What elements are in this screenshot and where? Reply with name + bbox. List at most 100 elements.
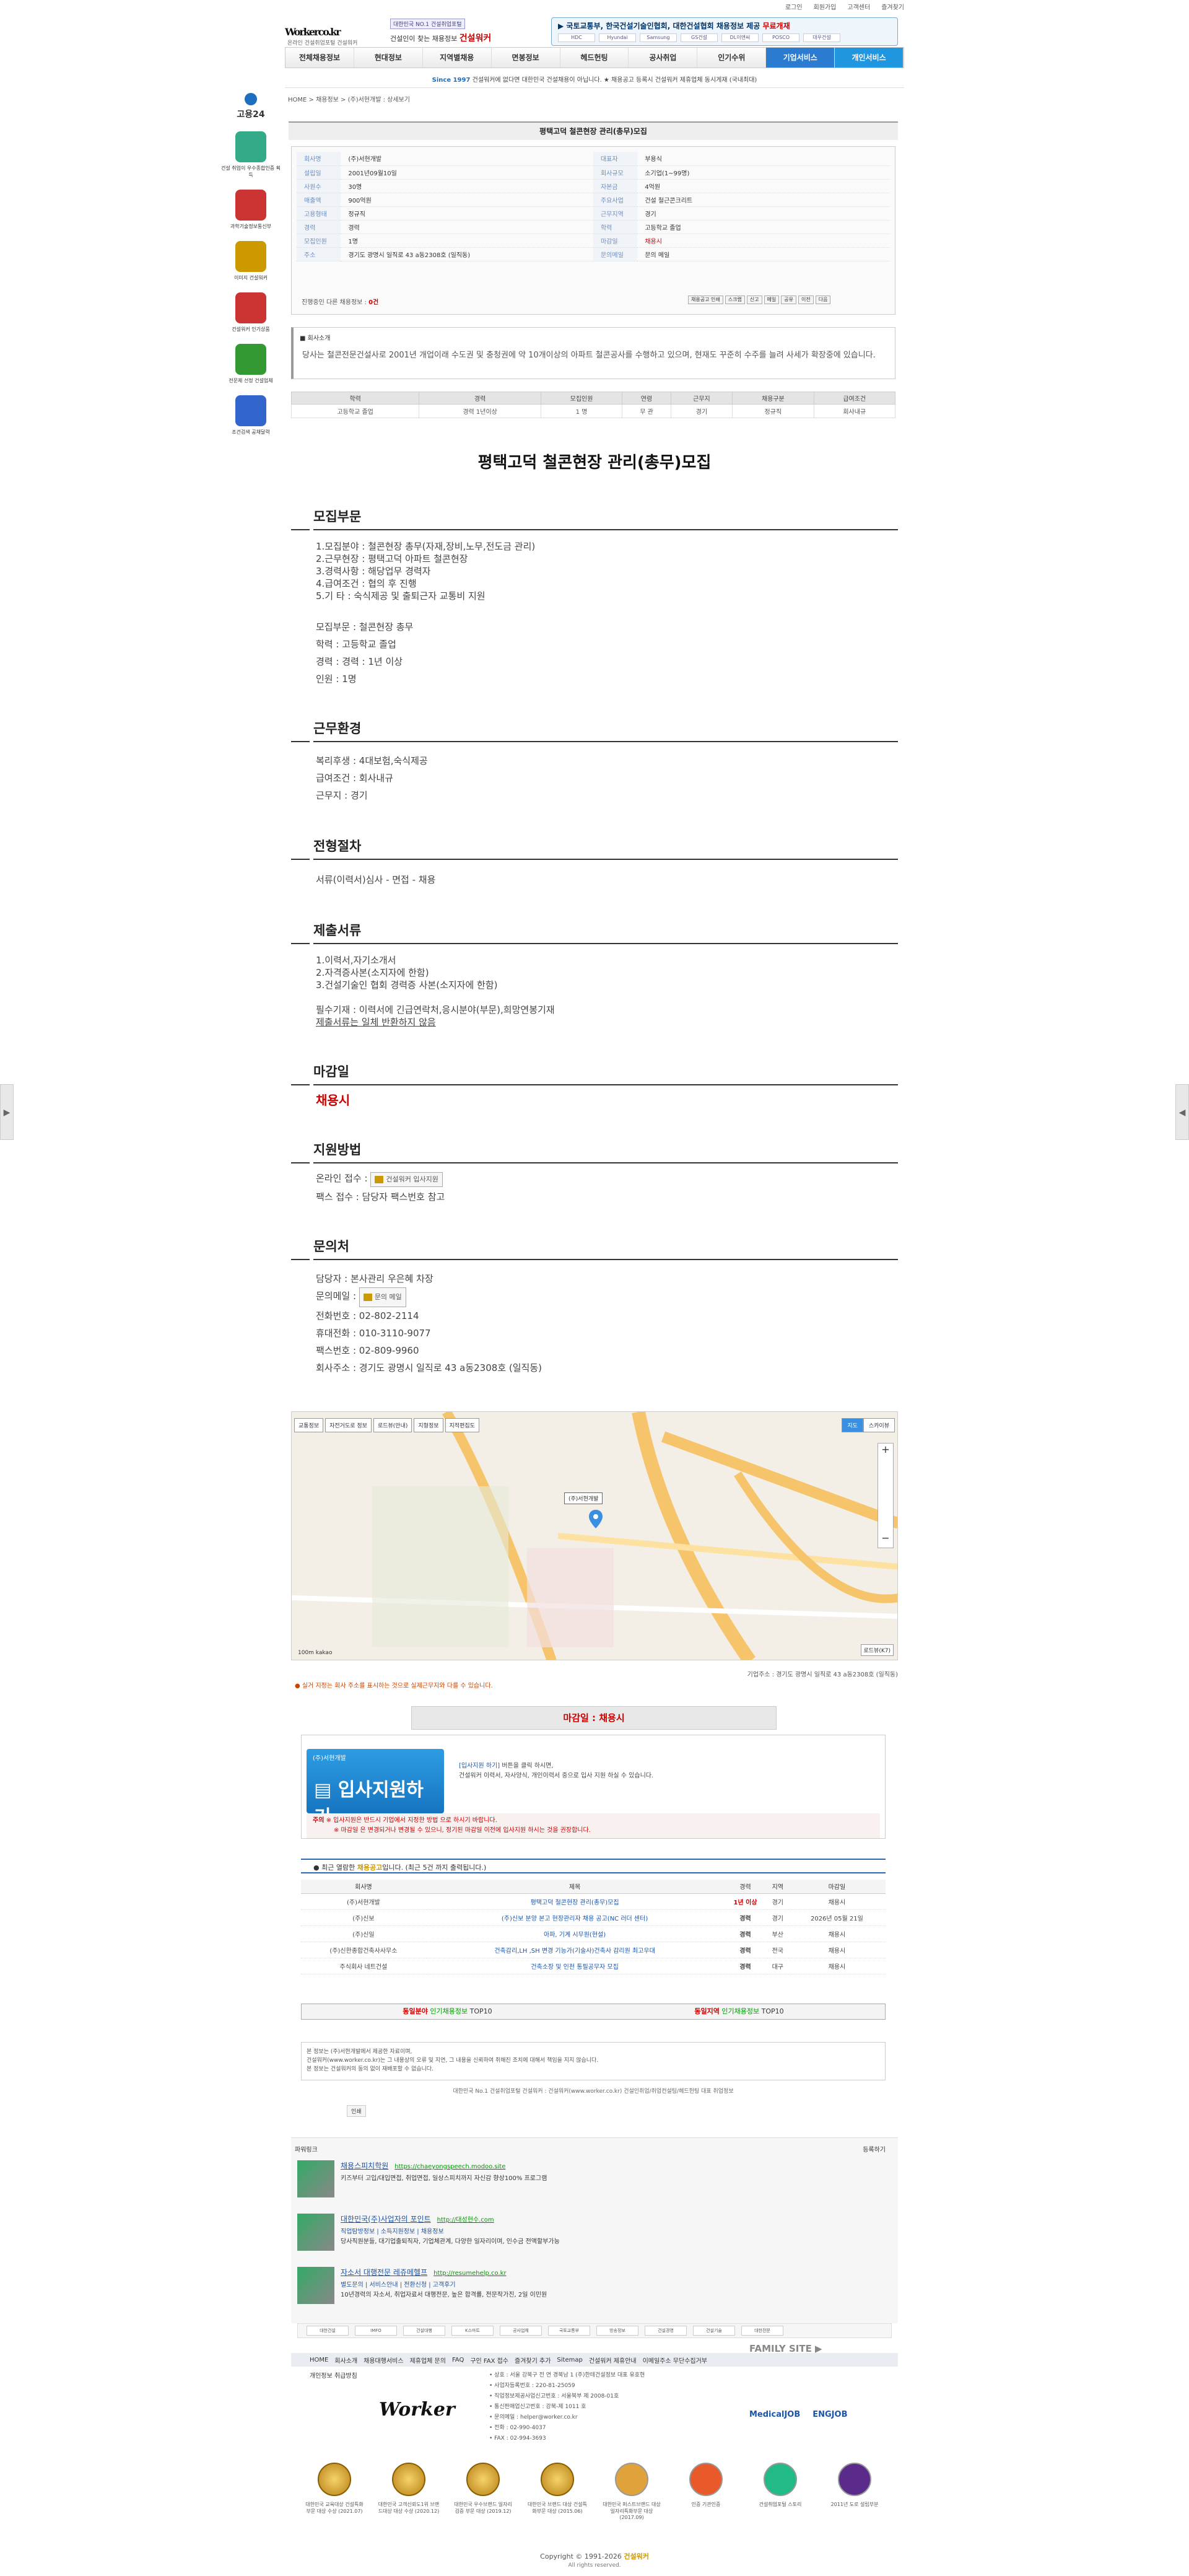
- support-link[interactable]: 고객센터: [847, 2, 870, 11]
- left-arrow-icon[interactable]: ▶: [0, 1084, 14, 1140]
- partner-banner[interactable]: 건설경영: [645, 2326, 687, 2336]
- partner-banner[interactable]: 건설기술: [693, 2326, 735, 2336]
- map-type-button[interactable]: 지도: [842, 1418, 863, 1432]
- roadview-button[interactable]: 로드뷰(K7): [860, 1644, 894, 1656]
- footer-nav-link[interactable]: HOME: [310, 2357, 328, 2364]
- nav-item[interactable]: 기업서비스: [766, 48, 835, 68]
- nav-item[interactable]: 지역별채용: [423, 48, 492, 68]
- footer-nav-link[interactable]: 회사소개: [334, 2355, 357, 2365]
- header-ticker[interactable]: ▶ 국토교통부, 한국건설기술인협회, 대한건설협회 채용정보 제공 무료개재 …: [551, 17, 898, 46]
- partner-banner[interactable]: 건설대행: [403, 2326, 445, 2336]
- nav-item[interactable]: 현대정보: [354, 48, 423, 68]
- powerlink-title[interactable]: 채용스피치학원 https://chaeyongspeech.modoo.site: [341, 2160, 505, 2171]
- site-logo[interactable]: Workerco.kr 온라인 건설취업포털 건설워커: [285, 11, 390, 47]
- right-arrow-icon[interactable]: ◀: [1175, 1084, 1189, 1140]
- nav-item[interactable]: 헤드헌팅: [560, 48, 629, 68]
- table-row[interactable]: 주식회사 네트건설 건축소장 및 인천 통필공무자 모집 경력 대구 채용시: [301, 1958, 886, 1974]
- nav-item[interactable]: 공사취업: [629, 48, 698, 68]
- powerlink-sublinks[interactable]: 직업탐방정보 | 소득지원정보 | 채용정보: [341, 2226, 444, 2235]
- map-tab[interactable]: 자전거도로 정보: [325, 1418, 372, 1432]
- powerlink-url[interactable]: http://resumehelp.co.kr: [433, 2270, 506, 2277]
- ticker-logo[interactable]: 대우건설: [803, 33, 840, 42]
- footer-nav-link[interactable]: Sitemap: [557, 2357, 582, 2364]
- job-action-button[interactable]: 다음: [815, 296, 831, 304]
- job-action-button[interactable]: 공유: [781, 296, 796, 304]
- partner-banner[interactable]: K스마트: [451, 2326, 494, 2336]
- table-row[interactable]: (주)서현개발 평택고덕 철콘현장 관리(총무)모집 1년 이상 경기 채용시: [301, 1893, 886, 1910]
- recent-cell[interactable]: (주)신보 분양 본고 현장관리자 채용 공고(NC 러더 센터): [425, 1909, 724, 1926]
- partner-banner[interactable]: 공사업체: [500, 2326, 542, 2336]
- sidebar-item[interactable]: 과학기술정보통신부: [220, 190, 282, 230]
- recent-cell[interactable]: 아파, 기계 시무원(현설): [425, 1925, 724, 1942]
- job-action-button[interactable]: 스크랩: [725, 296, 745, 304]
- bookmark-link[interactable]: 즐겨찾기: [881, 2, 904, 11]
- zoom-out-icon[interactable]: −: [878, 1532, 893, 1544]
- powerlink-sublinks[interactable]: 별도문의 | 서비스안내 | 전환신청 | 고객후기: [341, 2279, 456, 2289]
- sidebar-item[interactable]: 전문제 선정 건설업체: [220, 344, 282, 384]
- powerlink-title[interactable]: 자소서 대행전문 레쥬메헬프 http://resumehelp.co.kr: [341, 2267, 507, 2277]
- recent-cell[interactable]: 평택고덕 철콘현장 관리(총무)모집: [425, 1893, 724, 1910]
- partner-banner[interactable]: 대한전문: [741, 2326, 783, 2336]
- footer-nav-link[interactable]: 채용대행서비스: [364, 2355, 403, 2365]
- login-link[interactable]: 로그인: [785, 2, 803, 11]
- print-button[interactable]: 인쇄: [347, 2105, 366, 2117]
- map-tab[interactable]: 교통정보: [294, 1418, 324, 1432]
- ticker-logo[interactable]: Samsung: [640, 33, 677, 42]
- online-apply-button[interactable]: 건설워커 입사지원: [370, 1172, 443, 1187]
- powerlink-item[interactable]: 자소서 대행전문 레쥬메헬프 http://resumehelp.co.kr 별도문…: [297, 2267, 879, 2308]
- map-tab[interactable]: 지형정보: [414, 1418, 443, 1432]
- footer-nav-link[interactable]: 건설워커 제휴안내: [589, 2355, 637, 2365]
- footer-nav-link[interactable]: FAQ: [452, 2357, 464, 2364]
- other-jobs-count[interactable]: 0건: [368, 299, 378, 306]
- map-tab[interactable]: 지적편집도: [445, 1418, 479, 1432]
- top10-tab[interactable]: 동일지역 인기채용정보 TOP10: [593, 2004, 885, 2019]
- job-action-button[interactable]: 이전: [798, 296, 814, 304]
- docs-link[interactable]: 제출서류는 일체 반환하지 않음: [316, 1016, 555, 1028]
- ticker-logo[interactable]: GS건설: [681, 33, 718, 42]
- zoom-in-icon[interactable]: +: [878, 1444, 893, 1455]
- powerlink-title[interactable]: 대한민국(주)사업자의 포인트 http://대성현수.com: [341, 2214, 494, 2224]
- signup-link[interactable]: 회원가입: [814, 2, 837, 11]
- nav-item[interactable]: 인기수위: [697, 48, 767, 68]
- job-action-button[interactable]: 메일: [764, 296, 780, 304]
- powerlink-thumbnail[interactable]: [297, 2160, 334, 2197]
- top10-tab[interactable]: 동일분야 인기채용정보 TOP10: [302, 2004, 593, 2019]
- recent-cell[interactable]: 건축소장 및 인천 통필공무자 모집: [425, 1958, 724, 1974]
- sidebar-item[interactable]: 이미지 건설워커: [220, 241, 282, 281]
- powerlink-item[interactable]: 대한민국(주)사업자의 포인트 http://대성현수.com 직업탐방정보 | 소…: [297, 2214, 879, 2254]
- partner-banner[interactable]: IMFO: [355, 2326, 397, 2336]
- map-pin-icon[interactable]: [589, 1510, 603, 1528]
- recent-cell[interactable]: 건축감리,LH ,SH 변경 기능가(기술사)건축사 감리원 최고우대: [425, 1942, 724, 1958]
- map-zoom-control[interactable]: + −: [878, 1443, 894, 1548]
- nav-item[interactable]: 개인서비스: [835, 48, 904, 68]
- table-row[interactable]: (주)신일 아파, 기계 시무원(현설) 경력 부산 채용시: [301, 1925, 886, 1942]
- powerlink-url[interactable]: http://대성현수.com: [437, 2217, 494, 2223]
- table-row[interactable]: (주)신보 (주)신보 분양 본고 현장관리자 채용 공고(NC 러더 센터) 경력…: [301, 1909, 886, 1926]
- footer-nav-link[interactable]: 제휴업체 문의: [410, 2355, 446, 2365]
- partner-banner[interactable]: 국토교통부: [548, 2326, 590, 2336]
- ticker-logo[interactable]: POSCO: [762, 33, 799, 42]
- footer-nav-link[interactable]: 이메일주소 무단수집거부: [643, 2355, 707, 2365]
- company-map[interactable]: 교통정보 자전거도로 정보 로드뷰(안내) 지형정보 지적편집도 지도 스카이뷰 + − (…: [291, 1411, 898, 1660]
- ticker-logo[interactable]: HDC: [558, 33, 595, 42]
- family-logo[interactable]: ENGJOB: [812, 2410, 847, 2419]
- sidebar-item[interactable]: 건설 취업이 우수종합인증 획득: [220, 131, 282, 178]
- job-action-button[interactable]: 채용공고 인쇄: [688, 296, 723, 304]
- family-logo[interactable]: MedicalJOB: [749, 2410, 800, 2419]
- job-action-button[interactable]: 신고: [746, 296, 762, 304]
- sidebar-item[interactable]: 건설워커 인기상품: [220, 292, 282, 333]
- sidebar-item[interactable]: 조건검색 공채달력: [220, 395, 282, 436]
- contact-email-button[interactable]: 문의 메일: [359, 1287, 406, 1307]
- table-row[interactable]: (주)신한종합건축사사무소 건축감리,LH ,SH 변경 기능가(기술사)건축사 …: [301, 1942, 886, 1958]
- partner-banner[interactable]: 방송정보: [596, 2326, 638, 2336]
- map-type-button[interactable]: 스카이뷰: [863, 1418, 895, 1432]
- powerlink-thumbnail[interactable]: [297, 2267, 334, 2304]
- map-tab[interactable]: 로드뷰(안내): [373, 1418, 412, 1432]
- ticker-logo[interactable]: Hyundai: [599, 33, 636, 42]
- powerlink-register[interactable]: 등록하기: [863, 2144, 886, 2153]
- footer-nav-link[interactable]: 구인 FAX 접수: [470, 2355, 508, 2365]
- nav-item[interactable]: 면봉정보: [492, 48, 560, 68]
- privacy-link[interactable]: 개인정보 취급방침: [310, 2370, 357, 2380]
- ticker-logo[interactable]: DL이앤씨: [721, 33, 759, 42]
- family-site-label[interactable]: FAMILY SITE: [749, 2343, 812, 2354]
